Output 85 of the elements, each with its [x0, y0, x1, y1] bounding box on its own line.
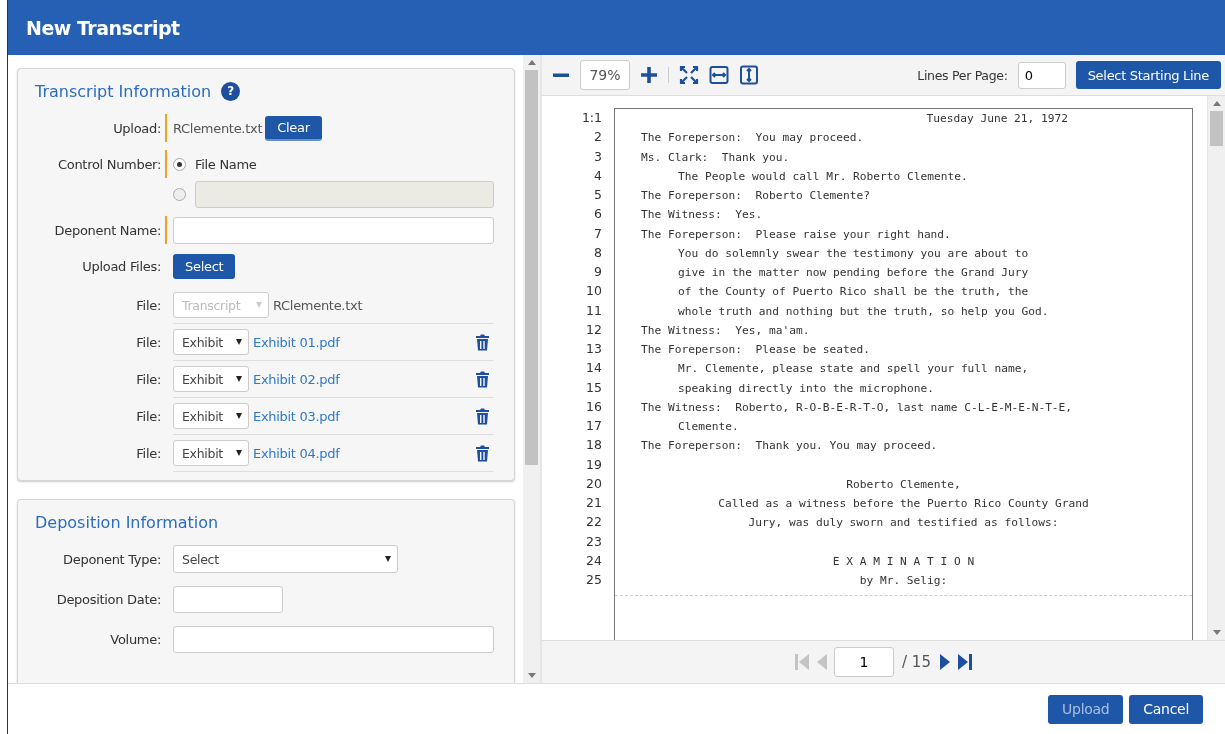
- line-number: 9: [593, 263, 602, 281]
- transcript-line: Clemente.: [678, 420, 739, 433]
- line-number: 2: [593, 128, 602, 147]
- line-number: 22: [585, 513, 602, 532]
- line-number: 25: [585, 571, 602, 589]
- line-number: 17: [585, 417, 602, 435]
- transcript-line: Roberto Clemente,: [846, 477, 961, 491]
- line-number: 3: [593, 147, 602, 166]
- file-type-dropdown[interactable]: Exhibit: [173, 366, 249, 392]
- window-title: New Transcript: [26, 16, 180, 39]
- zoom-field[interactable]: 79%: [580, 60, 630, 90]
- transcript-line: Tuesday June 21, 1972: [926, 112, 1068, 125]
- transcript-line: of the County of Puerto Rico shall be the truth, the: [678, 285, 1029, 299]
- section-title: Transcript Information: [35, 81, 212, 101]
- select-button[interactable]: Select: [173, 253, 236, 279]
- line-number: 14: [585, 359, 602, 378]
- cancel-button[interactable]: Cancel: [1129, 694, 1203, 724]
- transcript-line: speaking directly into the microphone.: [678, 381, 934, 395]
- file-link[interactable]: Exhibit 01.pdf: [253, 334, 340, 350]
- select-starting-line-button[interactable]: Select Starting Line: [1075, 61, 1221, 89]
- field-label: File:: [135, 372, 161, 387]
- transcript-line: The People would call Mr. Roberto Clemente.: [678, 169, 968, 183]
- line-number: 16: [585, 397, 602, 416]
- line-number: 19: [585, 455, 602, 474]
- radio-label: File Name: [195, 156, 257, 172]
- line-number: 12: [585, 320, 602, 339]
- field-label: Deposition Date:: [55, 591, 161, 607]
- field-label: Control Number:: [57, 156, 161, 172]
- line-number: 18: [585, 436, 602, 455]
- transcript-line: whole truth and nothing but the truth, so help you God.: [678, 304, 1049, 318]
- line-number: 13: [585, 340, 602, 358]
- transcript-line: The Foreperson: Please raise your right hand.: [641, 227, 951, 241]
- line-number: 1:1: [580, 109, 602, 127]
- transcript-line: Called as a witness before the Puerto Rico County Grand: [718, 497, 1089, 510]
- line-number: 15: [585, 378, 602, 397]
- field-label: Deponent Type:: [62, 551, 161, 567]
- line-number: 10: [585, 282, 602, 301]
- file-link[interactable]: Exhibit 04.pdf: [253, 445, 340, 461]
- field-label: Volume:: [109, 631, 161, 647]
- line-number: 21: [585, 494, 602, 512]
- line-number: 4: [593, 166, 602, 185]
- line-number: 20: [585, 474, 602, 493]
- field-label: File:: [135, 298, 161, 313]
- page-number-field[interactable]: 1: [834, 647, 895, 677]
- field-label: Deponent Name:: [53, 222, 161, 238]
- line-number: 7: [593, 224, 602, 243]
- transcript-line: The Foreperson: Please be seated.: [641, 343, 870, 356]
- transcript-line: The Foreperson: Thank you. You may proceed.: [641, 439, 938, 453]
- file-name: RClemente.txt: [273, 297, 363, 313]
- line-number: 8: [593, 243, 602, 262]
- transcript-line: The Witness: Yes.: [641, 208, 763, 222]
- transcript-line: E X A M I N A T I O N: [832, 554, 975, 568]
- transcript-line: Jury, was duly sworn and testified as follows:: [748, 516, 1059, 530]
- section-title: Deposition Information: [35, 512, 219, 532]
- lines-per-page-field[interactable]: 0: [1017, 61, 1066, 89]
- line-number: 11: [585, 301, 602, 320]
- transcript-line: The Foreperson: You may proceed.: [641, 131, 864, 145]
- deponent-type-dropdown[interactable]: Select: [173, 545, 398, 573]
- field-label: Upload:: [112, 120, 161, 136]
- field-label: File:: [135, 409, 161, 424]
- field-label: Upload Files:: [81, 258, 161, 274]
- transcript-line: Ms. Clark: Thank you.: [641, 150, 790, 164]
- file-type-dropdown[interactable]: Exhibit: [173, 329, 249, 355]
- file-name: RClemente.txt: [173, 120, 263, 136]
- page-count: / 15: [902, 653, 931, 671]
- field-label: File:: [135, 446, 161, 461]
- transcript-line: by Mr. Selig:: [859, 574, 948, 587]
- field-label: File:: [135, 335, 161, 350]
- lines-per-page-label: Lines Per Page:: [917, 67, 1008, 83]
- line-number: 5: [593, 186, 602, 204]
- transcript-line: The Witness: Roberto, R-O-B-E-R-T-O, last name C-L-E-M-E-N-T-E,: [641, 400, 1073, 414]
- transcript-line: give in the matter now pending before the Grand Jury: [678, 266, 1029, 279]
- line-number: 23: [585, 532, 602, 551]
- transcript-line: You do solemnly swear the testimony you are about to: [678, 246, 1029, 260]
- transcript-line: Mr. Clemente, please state and spell your full name,: [678, 362, 1029, 376]
- transcript-line: The Foreperson: Roberto Clemente?: [641, 189, 870, 202]
- transcript-line: The Witness: Yes, ma'am.: [641, 323, 810, 337]
- line-number: 6: [593, 205, 602, 224]
- clear-button[interactable]: Clear: [265, 115, 322, 141]
- file-link[interactable]: Exhibit 02.pdf: [253, 371, 340, 387]
- help-icon[interactable]: ?: [221, 81, 241, 101]
- file-link[interactable]: Exhibit 03.pdf: [253, 408, 340, 424]
- line-number: 24: [585, 551, 602, 570]
- file-type-dropdown[interactable]: Exhibit: [173, 440, 249, 466]
- file-type-dropdown[interactable]: Exhibit: [173, 403, 249, 429]
